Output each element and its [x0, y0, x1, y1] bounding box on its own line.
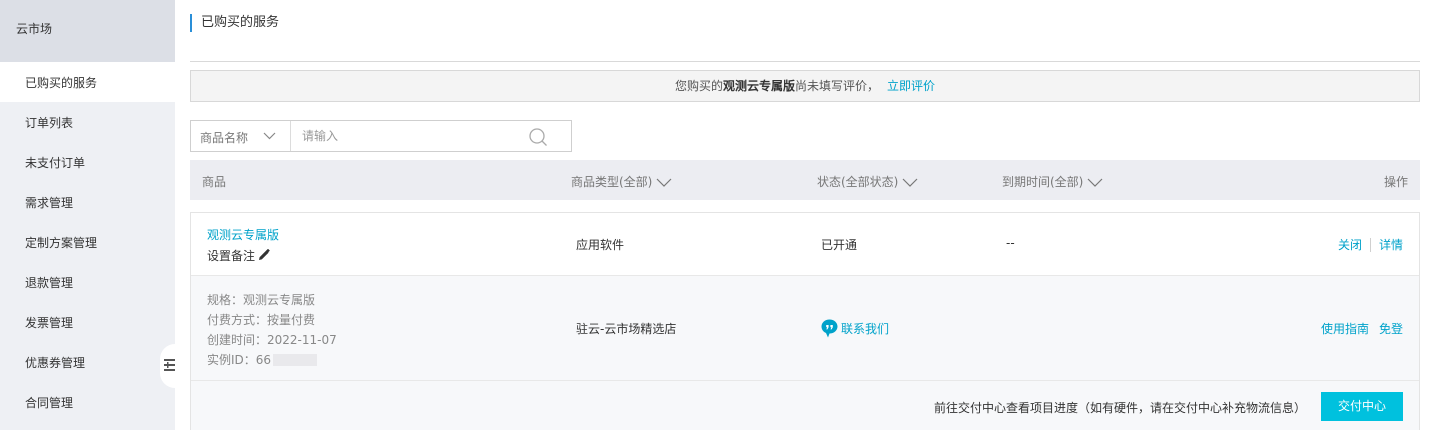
chevron-down-icon [1087, 178, 1103, 187]
expiry-time: -- [1006, 236, 1015, 250]
row-delivery: 前往交付中心查看项目进度（如有硬件，请在交付中心补充物流信息） 交付中心 [191, 381, 1419, 430]
review-notice: 您购买的观测云专属版尚未填写评价， 立即评价 [190, 70, 1420, 102]
remark-label: 设置备注 [207, 249, 256, 263]
spec-text: 规格：观测云专属版 [207, 293, 316, 307]
notice-prefix: 您购买的 [674, 79, 723, 93]
divider [1369, 238, 1371, 252]
sidebar-item-unpaid-orders[interactable]: 未支付订单 [0, 142, 175, 182]
column-header-action: 操作 [1383, 175, 1408, 189]
product-type: 应用软件 [576, 238, 625, 252]
sidebar-item-demand-management[interactable]: 需求管理 [0, 182, 175, 222]
chevron-down-icon [656, 178, 672, 187]
instance-specs: 规格：观测云专属版 付费方式：按量付费 创建时间：2022-11-07 实例ID… [207, 290, 337, 370]
chat-bubble-icon [821, 319, 838, 338]
row-details: 规格：观测云专属版 付费方式：按量付费 创建时间：2022-11-07 实例ID… [191, 276, 1419, 381]
sidebar-item-refund-management[interactable]: 退款管理 [0, 262, 175, 302]
row-extra-actions: 使用指南 免登 [1321, 320, 1403, 337]
sidebar-item-purchased-services[interactable]: 已购买的服务 [0, 62, 175, 102]
collapse-list-icon [164, 359, 175, 371]
page-title: 已购买的服务 [190, 14, 279, 32]
contact-us-label: 联系我们 [841, 322, 890, 336]
sidebar-item-coupon-management[interactable]: 优惠券管理 [0, 342, 175, 382]
creation-time: 创建时间：2022-11-07 [207, 333, 337, 347]
row-summary: 观测云专属版 设置备注 应用软件 已开通 -- 关闭 详情 [191, 213, 1419, 276]
main-content: 已购买的服务 您购买的观测云专属版尚未填写评价，立即评价 商品名称 商品 商品类… [190, 0, 1420, 430]
vendor-store-link[interactable]: 驻云-云市场精选店 [576, 320, 676, 337]
instance-id: 实例ID：66 [207, 350, 337, 370]
sidebar-collapse-toggle[interactable] [160, 344, 175, 388]
close-button[interactable]: 关闭 [1338, 238, 1362, 252]
search-bar: 商品名称 [190, 120, 572, 152]
row-actions: 关闭 详情 [1338, 236, 1403, 253]
column-header-expiry[interactable]: 到期时间(全部) [1002, 173, 1103, 190]
sidebar-title: 云市场 [0, 0, 175, 62]
delivery-hint: 前往交付中心查看项目进度（如有硬件，请在交付中心补充物流信息） [933, 401, 1306, 415]
search-field-select[interactable]: 商品名称 [191, 121, 291, 151]
sidebar-item-invoice-management[interactable]: 发票管理 [0, 302, 175, 342]
chevron-down-icon [902, 178, 918, 187]
column-header-type[interactable]: 商品类型(全部) [571, 173, 672, 190]
redacted-block [273, 354, 318, 366]
detail-button[interactable]: 详情 [1379, 238, 1403, 252]
table-header: 商品 商品类型(全部) 状态(全部状态) 到期时间(全部) 操作 [190, 160, 1420, 200]
review-now-link[interactable]: 立即评价 [887, 79, 935, 93]
notice-product: 观测云专属版 [722, 79, 795, 93]
chevron-down-icon [263, 132, 276, 140]
pencil-icon[interactable] [258, 248, 270, 261]
column-header-product: 商品 [202, 175, 227, 189]
divider [190, 61, 1420, 62]
contact-us-link[interactable]: 联系我们 [821, 319, 889, 338]
delivery-center-button[interactable]: 交付中心 [1321, 392, 1403, 421]
set-remark[interactable]: 设置备注 [207, 247, 270, 264]
sso-login-link[interactable]: 免登 [1379, 322, 1403, 336]
sidebar: 云市场 已购买的服务 订单列表 未支付订单 需求管理 定制方案管理 退款管理 发… [0, 0, 175, 430]
page: 云市场 已购买的服务 订单列表 未支付订单 需求管理 定制方案管理 退款管理 发… [0, 0, 1431, 430]
search-icon[interactable] [528, 127, 548, 147]
sidebar-item-contract-management[interactable]: 合同管理 [0, 382, 175, 422]
usage-guide-link[interactable]: 使用指南 [1321, 322, 1369, 336]
sidebar-item-custom-plan-management[interactable]: 定制方案管理 [0, 222, 175, 262]
product-status: 已开通 [821, 238, 858, 252]
product-name-link[interactable]: 观测云专属版 [207, 226, 279, 243]
search-field-label: 商品名称 [200, 131, 249, 145]
table-row: 观测云专属版 设置备注 应用软件 已开通 -- 关闭 详情 规格：观测云专属版 付… [190, 212, 1420, 430]
column-header-status[interactable]: 状态(全部状态) [817, 173, 918, 190]
search-input[interactable] [292, 121, 522, 151]
sidebar-item-order-list[interactable]: 订单列表 [0, 102, 175, 142]
billing-method: 付费方式：按量付费 [207, 313, 316, 327]
notice-suffix: 尚未填写评价， [795, 79, 880, 93]
